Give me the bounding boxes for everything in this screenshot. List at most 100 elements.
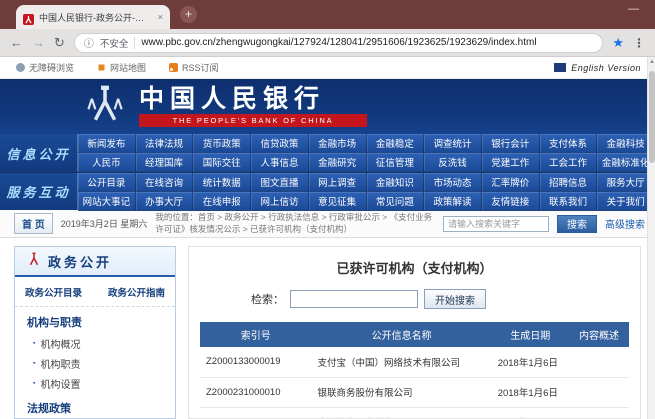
nav-item[interactable]: 市场动态	[424, 173, 482, 192]
cell-name[interactable]: 资和信电子支付有限公司	[312, 407, 492, 419]
window-minimize-button[interactable]: —	[628, 3, 639, 15]
start-search-button[interactable]: 开始搜索	[424, 289, 486, 309]
cell-index-no: Z2000231000010	[200, 377, 312, 407]
search-button[interactable]: 搜索	[557, 215, 597, 233]
sidebar-link-catalog[interactable]: 政务公开目录	[25, 285, 82, 299]
sidebar-item[interactable]: ▪ 机构概况	[15, 333, 175, 353]
sidebar-item[interactable]: ▪ 机构设置	[15, 373, 175, 393]
nav-item[interactable]: 网站大事记	[78, 192, 136, 211]
browser-menu-icon[interactable]: ⋮	[633, 36, 645, 50]
tab-title: 中国人民银行-政务公开-行政执法信息	[39, 11, 153, 24]
cell-name[interactable]: 银联商务股份有限公司	[312, 377, 492, 407]
sitemap-link[interactable]: 网站地图	[97, 61, 146, 74]
bookmark-star-icon[interactable]: ★	[612, 35, 624, 51]
scrollbar-thumb[interactable]	[649, 71, 655, 163]
nav-item[interactable]: 征信管理	[367, 153, 425, 172]
nav-item[interactable]: 公开目录	[78, 173, 136, 192]
rss-icon	[169, 63, 178, 72]
nav-item[interactable]: 意见征集	[309, 192, 367, 211]
breadcrumb-bar: 首 页 2019年3月2日 星期六 我的位置：首页 > 政务公开 > 行政执法信…	[0, 210, 655, 238]
table-row[interactable]: Z2000311000013 资和信电子支付有限公司 2018年5月3日	[200, 407, 629, 419]
nav-item[interactable]: 政策解读	[424, 192, 482, 211]
site-favicon-icon	[23, 12, 34, 23]
url-text: www.pbc.gov.cn/zhengwugongkai/127924/128…	[141, 37, 536, 48]
cell-summary	[569, 347, 629, 377]
nav-item[interactable]: 金融市场	[309, 134, 367, 153]
table-row[interactable]: Z2000133000019 支付宝（中国）网络技术有限公司 2018年1月6日	[200, 347, 629, 377]
bullet-icon: ▪	[33, 380, 35, 387]
nav-item[interactable]: 银行会计	[482, 134, 540, 153]
table-header-row: 索引号 公开信息名称 生成日期 内容概述	[200, 322, 629, 347]
page-title: 已获许可机构（支付机构）	[189, 247, 640, 289]
nav-item[interactable]: 图文直播	[251, 173, 309, 192]
cell-summary	[569, 377, 629, 407]
forward-icon[interactable]: →	[32, 36, 45, 49]
cell-date: 2018年1月6日	[492, 347, 569, 377]
site-search-input[interactable]	[443, 216, 549, 232]
nav-item[interactable]: 反洗钱	[424, 153, 482, 172]
sidebar-section-title: 法规政策	[15, 393, 175, 419]
cell-date: 2018年1月6日	[492, 377, 569, 407]
refresh-icon[interactable]: ↻	[54, 36, 65, 49]
site-masthead: 中国人民银行 THE PEOPLE'S BANK OF CHINA	[0, 79, 655, 134]
sidebar-link-guide[interactable]: 政务公开指南	[108, 285, 165, 299]
nav-item[interactable]: 国际交往	[193, 153, 251, 172]
retrieve-input[interactable]	[290, 290, 418, 308]
nav-item[interactable]: 调查统计	[424, 134, 482, 153]
nav-item[interactable]: 统计数据	[193, 173, 251, 192]
nav-item[interactable]: 办事大厅	[136, 192, 194, 211]
info-icon[interactable]: ⓘ	[84, 35, 94, 50]
nav-item[interactable]: 招聘信息	[540, 173, 598, 192]
nav-item[interactable]: 经理国库	[136, 153, 194, 172]
url-field[interactable]: ⓘ 不安全 www.pbc.gov.cn/zhengwugongkai/1279…	[74, 33, 603, 53]
nav-item[interactable]: 新闻发布	[78, 134, 136, 153]
column-header-index: 索引号	[200, 322, 312, 347]
nav-item[interactable]: 金融知识	[367, 173, 425, 192]
nav-item[interactable]: 人事信息	[251, 153, 309, 172]
nav-item[interactable]: 金融研究	[309, 153, 367, 172]
nav-item[interactable]: 在线申报	[193, 192, 251, 211]
nav-item[interactable]: 在线咨询	[136, 173, 194, 192]
accessibility-label: 无障碍浏览	[29, 61, 74, 74]
rss-link[interactable]: RSS订阅	[169, 61, 219, 74]
nav-item[interactable]: 法律法规	[136, 134, 194, 153]
sidebar-item[interactable]: ▪ 机构职责	[15, 353, 175, 373]
bank-name-chinese: 中国人民银行	[139, 86, 367, 111]
browser-tab[interactable]: 中国人民银行-政务公开-行政执法信息 ×	[16, 5, 170, 29]
table-row[interactable]: Z2000231000010 银联商务股份有限公司 2018年1月6日	[200, 377, 629, 407]
column-header-date: 生成日期	[492, 322, 569, 347]
bullet-icon: ▪	[33, 340, 35, 347]
tab-close-icon[interactable]: ×	[158, 12, 163, 22]
nav-item[interactable]: 常见问题	[367, 192, 425, 211]
cell-name[interactable]: 支付宝（中国）网络技术有限公司	[312, 347, 492, 377]
nav-item[interactable]: 信贷政策	[251, 134, 309, 153]
nav-item[interactable]: 金融稳定	[367, 134, 425, 153]
cell-index-no: Z2000133000019	[200, 347, 312, 377]
english-version-link[interactable]: English Version	[554, 63, 641, 73]
home-button[interactable]: 首 页	[14, 213, 53, 234]
advanced-search-link[interactable]: 高级搜索	[605, 216, 645, 231]
accessibility-link[interactable]: 无障碍浏览	[16, 61, 74, 74]
nav-item[interactable]: 党建工作	[482, 153, 540, 172]
nav-item[interactable]: 货币政策	[193, 134, 251, 153]
retrieve-row: 检索： 开始搜索	[189, 289, 640, 309]
nav-item[interactable]: 友情链接	[482, 192, 540, 211]
nav-item[interactable]: 联系我们	[540, 192, 598, 211]
nav-item[interactable]: 工会工作	[540, 153, 598, 172]
pbc-logo-icon	[84, 83, 126, 130]
nav-item[interactable]: 网上信访	[251, 192, 309, 211]
back-icon[interactable]: ←	[10, 36, 23, 49]
nav-item[interactable]: 汇率牌价	[482, 173, 540, 192]
main-navigation: 信息公开 新闻发布 法律法规 货币政策 信贷政策 金融市场 金融稳定 调查统计 …	[0, 134, 655, 210]
page-scrollbar[interactable]: ▲	[647, 57, 655, 419]
new-tab-button[interactable]: +	[180, 6, 197, 23]
nav-item[interactable]: 人民币	[78, 153, 136, 172]
nav-item[interactable]: 网上调查	[309, 173, 367, 192]
scrollbar-up-icon[interactable]: ▲	[648, 59, 655, 65]
nav-group-services: 服务互动 公开目录 在线咨询 统计数据 图文直播 网上调查 金融知识 市场动态 …	[0, 172, 655, 210]
column-header-summary: 内容概述	[569, 322, 629, 347]
nav-item[interactable]: 支付体系	[540, 134, 598, 153]
accessibility-icon	[16, 63, 25, 72]
browser-addressbar: ← → ↻ ⓘ 不安全 www.pbc.gov.cn/zhengwugongka…	[0, 29, 655, 57]
sidebar-quick-links: 政务公开目录 政务公开指南	[15, 277, 175, 307]
